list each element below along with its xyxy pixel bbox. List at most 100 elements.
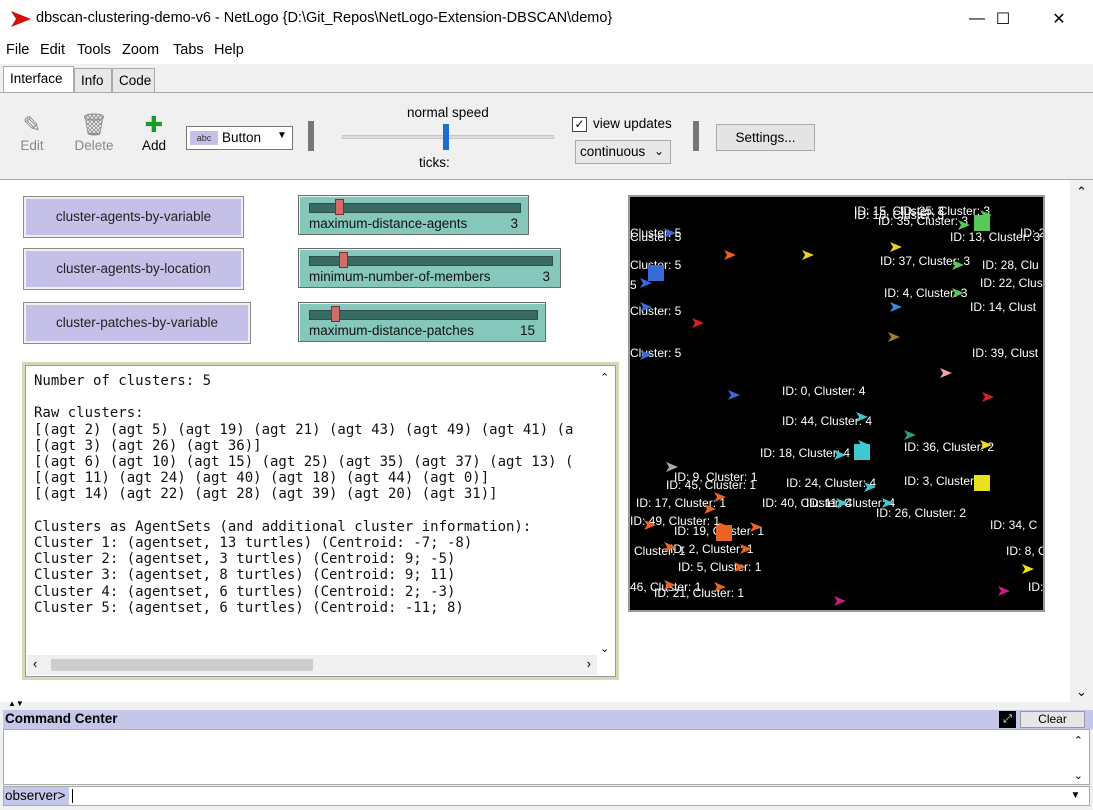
edit-label: Edit [20,138,44,153]
turtle-shape [890,242,902,252]
toolbar-separator [693,121,699,151]
slider-value: 3 [510,216,518,231]
output-text: Number of clusters: 5 Raw clusters: [(agt… [34,373,594,653]
turtle-label: ID: 36, Cluster: 2 [904,440,994,454]
cluster-patches-by-variable-button[interactable]: cluster-patches-by-variable [23,302,251,344]
turtle-label: Cluster: 1 [634,544,686,558]
ticks-label: ticks: [419,155,450,170]
output-line: Cluster 4: (agentset, 6 turtles) (Centro… [34,583,456,600]
speed-slider-thumb[interactable] [443,124,449,150]
turtle-shape [834,596,846,606]
scroll-up-icon[interactable]: ⌃ [1074,734,1083,747]
workspace-vertical-scrollbar[interactable]: ⌃ ⌄ [1070,180,1093,702]
tab-info[interactable]: Info [74,68,112,92]
output-line: Cluster 2: (agentset, 3 turtles) (Centro… [34,551,456,568]
widget-type-select[interactable]: abc Button ▼ [186,126,293,150]
expand-icon[interactable]: ⤢ [999,711,1016,728]
world-view[interactable]: ID: 15, Cluster: 3 ID: 10, Cluster: 3 ID: … [628,195,1045,612]
scroll-down-icon[interactable]: ⌄ [600,642,609,655]
tab-code[interactable]: Code [112,68,155,92]
turtle-shape [724,250,736,260]
output-horizontal-scrollbar[interactable]: ‹ › [27,655,597,675]
command-history-dropdown-icon[interactable]: ▼ [1063,787,1088,805]
delete-label: Delete [74,138,114,153]
command-center-title: Command Center [5,711,118,726]
slider-knob[interactable] [335,199,344,215]
cluster-centroid-patch [854,444,870,460]
slider-value: 15 [519,323,535,338]
cluster-agents-by-variable-button[interactable]: cluster-agents-by-variable [23,196,244,238]
output-line: Number of clusters: 5 [34,373,212,389]
maximize-icon[interactable]: ☐ [980,0,1026,38]
command-input[interactable] [75,788,1055,804]
pane-divider[interactable]: ▲▼ [0,699,1093,710]
turtle-shape [904,430,916,440]
output-line: Raw clusters: [34,405,144,422]
menu-tools[interactable]: Tools [77,42,111,58]
cluster-agents-by-location-button[interactable]: cluster-agents-by-location [23,248,244,290]
scroll-up-icon[interactable]: ⌃ [1076,184,1087,200]
cluster-centroid-patch [974,475,990,491]
delete-button[interactable]: 🗑 Delete [70,112,118,153]
menu-zoom[interactable]: Zoom [122,42,159,58]
observer-prompt[interactable]: observer> [4,787,69,805]
clear-button[interactable]: Clear [1020,711,1085,728]
turtle-label: ID: 24, Cluster: 4 [786,476,876,490]
slider-track[interactable] [309,310,538,320]
edit-button[interactable]: ✎ Edit [14,112,50,153]
scroll-up-icon[interactable]: ⌃ [600,371,609,384]
scroll-left-icon[interactable]: ‹ [33,656,37,671]
output-line: [(agt 2) (agt 5) (agt 19) (agt 21) (agt … [34,421,574,438]
turtle-label: Cluster: 5 [630,230,682,244]
menu-file[interactable]: File [6,42,29,58]
scroll-down-icon[interactable]: ⌄ [1076,684,1087,700]
turtle-label: 5 [630,278,637,292]
slider-knob[interactable] [331,306,340,322]
menu-edit[interactable]: Edit [40,42,65,58]
maximum-distance-agents-slider[interactable]: maximum-distance-agents 3 [298,195,529,235]
turtle-label: ID: 28, Clu [982,258,1039,272]
output-line: [(agt 6) (agt 10) (agt 15) (agt 25) (agt… [34,454,574,471]
turtle-shape [890,302,902,312]
turtle-shape [982,392,994,402]
menu-tabs[interactable]: Tabs [173,42,204,58]
command-center-header [3,710,1093,729]
turtle-label: Cluster: 5 [630,346,682,360]
slider-value: 3 [542,269,550,284]
toolbar-separator [308,121,314,151]
slider-knob[interactable] [339,252,348,268]
turtle-shape [802,250,814,260]
turtle-shape [728,390,740,400]
view-updates-checkbox[interactable]: ✓ [572,117,587,132]
expand-arrows-icon[interactable]: ▲▼ [8,699,24,708]
scroll-down-icon[interactable]: ⌄ [1074,769,1083,782]
turtle-label: ID: 4 [1028,580,1043,594]
turtle-label: ID: 39, Clust [972,346,1039,360]
update-mode-select[interactable]: continuous ⌄ [575,140,671,164]
output-line: Cluster 1: (agentset, 13 turtles) (Centr… [34,535,473,552]
output-line: [(agt 3) (agt 26) (agt 36)] [34,437,262,454]
update-mode-value: continuous [580,144,646,159]
close-icon[interactable]: ✕ [1036,0,1082,38]
slider-label: maximum-distance-patches [309,323,475,338]
scroll-right-icon[interactable]: › [587,656,591,671]
add-button[interactable]: ✚ Add [136,112,172,153]
settings-button[interactable]: Settings... [716,124,815,151]
turtle-label: ID: 8, C [1006,544,1043,558]
output-vertical-scrollbar[interactable]: ⌃ ⌄ [596,367,614,655]
cluster-centroid-patch [974,215,990,231]
turtle-label: ID: 26, Cluster: 2 [876,506,966,520]
cluster-centroid-patch [716,525,732,541]
maximum-distance-patches-slider[interactable]: maximum-distance-patches 15 [298,302,546,342]
output-area[interactable]: Number of clusters: 5 Raw clusters: [(agt… [22,362,619,680]
minimum-number-of-members-slider[interactable]: minimum-number-of-members 3 [298,248,561,288]
turtle-label: ID: 34, C [990,518,1038,532]
menu-help[interactable]: Help [214,42,244,58]
pencil-icon: ✎ [22,112,42,137]
turtle-label: ID: 5, Cluster: 1 [678,560,762,574]
tab-interface[interactable]: Interface [3,66,74,93]
turtle-shape [888,332,900,342]
scroll-thumb[interactable] [51,659,313,671]
widget-type-value: Button [222,130,262,145]
